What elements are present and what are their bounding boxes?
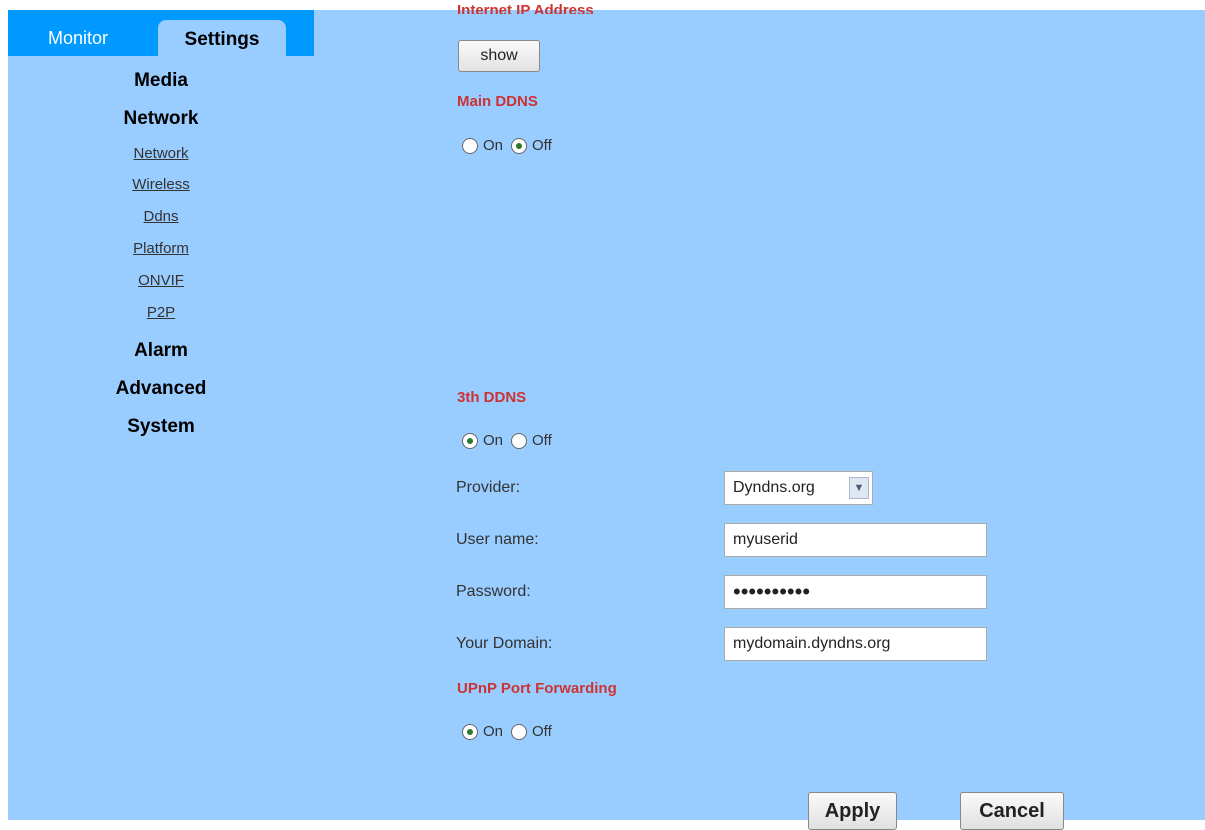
tab-bar: Monitor Settings bbox=[8, 10, 314, 58]
chevron-down-icon[interactable]: ▼ bbox=[849, 477, 869, 499]
upnp-title: UPnP Port Forwarding bbox=[457, 680, 617, 697]
third-ddns-on-radio[interactable] bbox=[462, 432, 478, 449]
nav-item-wireless[interactable]: Wireless bbox=[8, 176, 314, 193]
upnp-off-label: Off bbox=[532, 723, 552, 740]
internet-ip-heading: Internet IP Address bbox=[457, 4, 594, 14]
main-ddns-on-label: On bbox=[483, 137, 504, 154]
apply-button[interactable]: Apply bbox=[808, 792, 897, 830]
password-label: Password: bbox=[456, 583, 531, 600]
third-ddns-off-label: Off bbox=[532, 432, 552, 449]
nav-advanced[interactable]: Advanced bbox=[8, 378, 314, 400]
nav-item-onvif[interactable]: ONVIF bbox=[8, 272, 314, 289]
sidebar: Monitor Settings Media Network Network W… bbox=[8, 10, 314, 820]
username-field[interactable] bbox=[724, 523, 987, 557]
upnp-radio-group: On Off bbox=[462, 723, 560, 740]
third-ddns-title: 3th DDNS bbox=[457, 389, 527, 406]
nav-alarm[interactable]: Alarm bbox=[8, 340, 314, 362]
tab-monitor[interactable]: Monitor bbox=[48, 28, 108, 49]
provider-label: Provider: bbox=[456, 479, 521, 496]
upnp-off-radio[interactable] bbox=[511, 723, 528, 740]
nav-item-p2p[interactable]: P2P bbox=[8, 304, 314, 321]
main-ddns-off-radio[interactable] bbox=[511, 137, 528, 154]
main-panel: Internet IP Address show Main DDNS On Of… bbox=[314, 4, 1205, 830]
nav-item-network[interactable]: Network bbox=[8, 145, 314, 162]
tab-settings[interactable]: Settings bbox=[158, 20, 286, 58]
show-button[interactable]: show bbox=[458, 40, 540, 72]
nav-item-platform[interactable]: Platform bbox=[8, 240, 314, 257]
username-label: User name: bbox=[456, 531, 539, 548]
main-ddns-radio-group: On Off bbox=[462, 137, 560, 154]
third-ddns-off-radio[interactable] bbox=[511, 432, 528, 449]
third-ddns-on-label: On bbox=[483, 432, 504, 449]
nav-system[interactable]: System bbox=[8, 416, 314, 438]
upnp-on-radio[interactable] bbox=[462, 723, 478, 740]
main-ddns-on-radio[interactable] bbox=[462, 137, 478, 154]
provider-select[interactable]: Dyndns.org ▼ bbox=[724, 471, 873, 505]
cancel-button[interactable]: Cancel bbox=[960, 792, 1064, 830]
nav-network[interactable]: Network bbox=[8, 108, 314, 130]
third-ddns-radio-group: On Off bbox=[462, 432, 560, 449]
provider-select-value: Dyndns.org bbox=[733, 479, 815, 496]
upnp-on-label: On bbox=[483, 723, 504, 740]
domain-field[interactable] bbox=[724, 627, 987, 661]
password-field[interactable] bbox=[724, 575, 987, 609]
main-ddns-off-label: Off bbox=[532, 137, 552, 154]
domain-label: Your Domain: bbox=[456, 635, 553, 652]
main-ddns-title: Main DDNS bbox=[457, 93, 538, 110]
nav-item-ddns[interactable]: Ddns bbox=[8, 208, 314, 225]
nav-media[interactable]: Media bbox=[8, 70, 314, 92]
